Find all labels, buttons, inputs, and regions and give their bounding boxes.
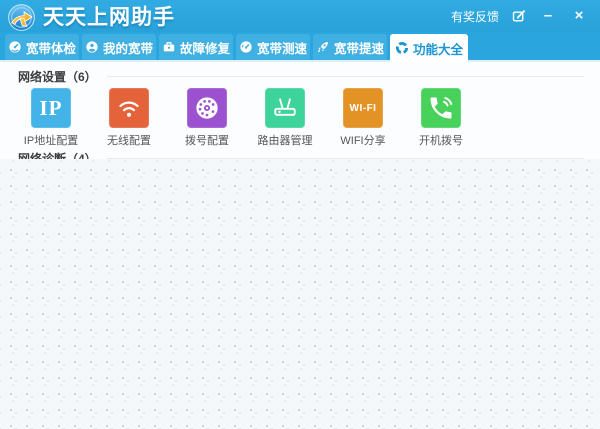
item-label: 无线配置 [107, 132, 151, 148]
item-router-manage[interactable]: 路由器管理 [246, 88, 324, 148]
wireless-config-icon [109, 88, 149, 128]
app-title: 天天上网助手 [43, 1, 175, 31]
ip-config-icon: IP [31, 88, 71, 128]
section-title: 网络设置（6） [18, 68, 97, 85]
tab-label: 我的宽带 [103, 38, 153, 57]
tab-speed-test[interactable]: 宽带测速 [236, 34, 310, 60]
section-title: 网络诊断（4） [18, 150, 97, 159]
speedometer-icon [239, 40, 253, 54]
boot-dial-icon [421, 88, 461, 128]
tab-label: 故障修复 [180, 38, 230, 57]
item-label: 开机拨号 [419, 132, 463, 148]
title-bar: 天天上网助手 有奖反馈 – × [0, 0, 600, 32]
feedback-link[interactable]: 有奖反馈 [451, 8, 499, 25]
router-manage-icon [265, 88, 305, 128]
wifi-icon-text: WI-FI [350, 103, 377, 114]
item-label: WIFI分享 [340, 132, 385, 148]
tab-broadband-checkup[interactable]: 宽带体检 [5, 34, 79, 60]
item-ip-config[interactable]: IP IP地址配置 [12, 88, 90, 148]
app-logo-icon [8, 4, 35, 31]
item-wireless-config[interactable]: 无线配置 [90, 88, 168, 148]
wifi-share-icon: WI-FI [343, 88, 383, 128]
my-broadband-icon [85, 40, 99, 54]
tab-bar: 宽带体检 我的宽带 故障修复 宽带测速 [0, 32, 600, 62]
feedback-note-icon[interactable] [512, 9, 526, 23]
tab-label: 宽带体检 [26, 38, 76, 57]
all-features-ring-icon [395, 41, 409, 55]
dial-config-icon [187, 88, 227, 128]
close-button[interactable]: × [570, 7, 588, 25]
minimize-button[interactable]: – [539, 7, 557, 25]
ip-icon-text: IP [40, 96, 63, 121]
tab-fault-repair[interactable]: 故障修复 [159, 34, 233, 60]
item-label: 路由器管理 [258, 132, 313, 148]
section-network-settings-header: 网络设置（6） [18, 68, 584, 85]
section-divider [107, 76, 584, 77]
network-settings-items: IP IP地址配置 无线配置 [0, 88, 600, 148]
item-dial-config[interactable]: 拨号配置 [168, 88, 246, 148]
item-boot-dial[interactable]: 开机拨号 [402, 88, 480, 148]
tab-all-features[interactable]: 功能大全 [390, 34, 468, 62]
section-network-diagnosis-clipped: 网络诊断（4） [0, 150, 600, 159]
tab-label: 宽带提速 [334, 38, 384, 57]
dotted-background [0, 159, 600, 429]
tab-speed-boost[interactable]: 宽带提速 [313, 34, 387, 60]
rocket-icon [316, 40, 330, 54]
app-window: 天天上网助手 有奖反馈 – × 宽带体检 [0, 0, 600, 429]
item-label: 拨号配置 [185, 132, 229, 148]
checkup-gauge-icon [8, 40, 22, 54]
tab-my-broadband[interactable]: 我的宽带 [82, 34, 156, 60]
item-label: IP地址配置 [24, 132, 78, 148]
toolbox-icon [162, 40, 176, 54]
item-wifi-share[interactable]: WI-FI WIFI分享 [324, 88, 402, 148]
content-area: 网络设置（6） IP IP地址配置 无线配置 [0, 62, 600, 429]
tab-label: 宽带测速 [257, 38, 307, 57]
tab-label: 功能大全 [413, 39, 463, 58]
